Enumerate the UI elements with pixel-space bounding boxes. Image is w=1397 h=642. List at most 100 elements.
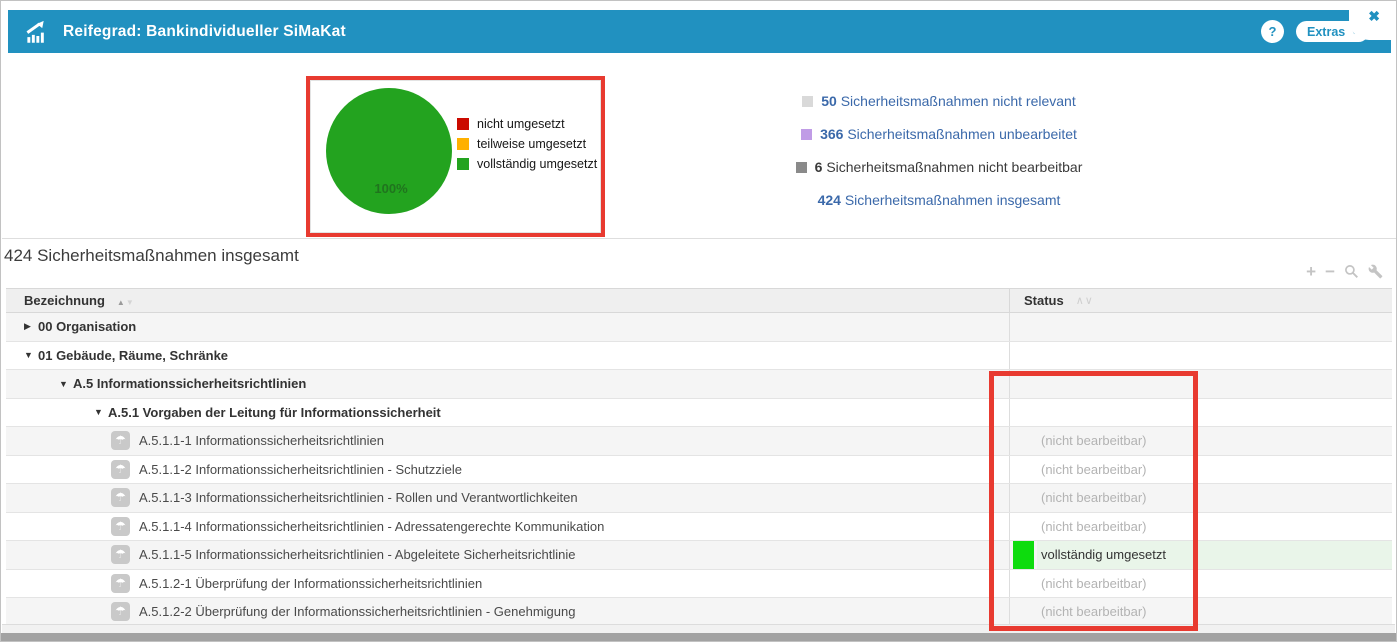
expand-all-icon[interactable]: +: [1306, 263, 1316, 280]
stat-count: 424: [817, 192, 841, 208]
extras-label: Extras: [1307, 24, 1346, 39]
expand-icon[interactable]: ▶: [24, 321, 38, 332]
row-status-cell: vollständig umgesetzt: [1009, 541, 1392, 569]
titlebar: Reifegrad: Bankindividueller SiMaKat ? E…: [8, 10, 1391, 53]
row-label-cell: ☂ A.5.1.2-2 Überprüfung der Informationss…: [6, 598, 1009, 626]
table-row[interactable]: ▼ A.5 Informationssicherheitsrichtlinien: [6, 370, 1392, 399]
column-header-bezeichnung[interactable]: Bezeichnung ▲▼: [6, 292, 1009, 310]
collapse-icon[interactable]: ▼: [94, 407, 108, 417]
stat-label: Sicherheitsmaßnahmen nicht bearbeitbar: [822, 159, 1083, 175]
row-status-label: [1037, 342, 1392, 370]
status-swatch-zone: [1010, 313, 1037, 341]
table-row[interactable]: ☂ A.5.1.1-3 Informationssicherheitsrichtl…: [6, 484, 1392, 513]
app-window: Reifegrad: Bankindividueller SiMaKat ? E…: [0, 0, 1397, 642]
status-done-icon: [1013, 541, 1034, 569]
wrench-icon[interactable]: [1368, 264, 1383, 279]
legend-label: nicht umgesetzt: [477, 117, 565, 131]
row-status-label: (nicht bearbeitbar): [1041, 518, 1147, 534]
row-label: 01 Gebäude, Räume, Schränke: [38, 347, 229, 363]
row-status-label: (nicht bearbeitbar): [1041, 604, 1147, 620]
stat-label: Sicherheitsmaßnahmen nicht relevant: [836, 93, 1076, 109]
status-swatch-zone: [1010, 541, 1037, 569]
stat-count: 6: [814, 159, 823, 175]
row-status-label: (nicht bearbeitbar): [1041, 575, 1147, 591]
table-row[interactable]: ☂ A.5.1.1-5 Informationssicherheitsrichtl…: [6, 541, 1392, 570]
status-swatch-zone: [1010, 484, 1037, 512]
row-status-cell: [1009, 341, 1392, 370]
legend-item: vollständig umgesetzt: [457, 157, 597, 171]
stat-label: Sicherheitsmaßnahmen unbearbeitet: [843, 126, 1077, 142]
table-body: ▶ 00 Organisation ▼ 01 Gebäude, Räume, Schr…: [6, 313, 1392, 627]
table-row[interactable]: ▶ 00 Organisation: [6, 313, 1392, 342]
table-row[interactable]: ☂ A.5.1.2-2 Überprüfung der Informationss…: [6, 598, 1392, 627]
row-label-cell: ☂ A.5.1.1-1 Informationssicherheitsrichtl…: [6, 427, 1009, 455]
status-swatch-zone: [1010, 399, 1037, 427]
row-label: A.5.1.1-2 Informationssicherheitsrichtli…: [139, 461, 462, 477]
column-header-status[interactable]: Status ∧∨: [1009, 289, 1392, 312]
table-row[interactable]: ☂ A.5.1.1-2 Informationssicherheitsrichtl…: [6, 455, 1392, 484]
row-label-cell: ▼ A.5 Informationssicherheitsrichtlinien: [6, 370, 1009, 398]
row-status-cell: (nicht bearbeitbar): [1009, 569, 1392, 598]
row-label-cell: ☂ A.5.1.1-5 Informationssicherheitsrichtl…: [6, 541, 1009, 569]
section-divider: [2, 238, 1396, 239]
status-swatch-zone: [1010, 427, 1037, 455]
collapse-all-icon[interactable]: −: [1325, 263, 1335, 280]
table-row[interactable]: ▼ A.5.1 Vorgaben der Leitung für Informat…: [6, 398, 1392, 427]
stat-item[interactable]: 366 Sicherheitsmaßnahmen unbearbeitet: [801, 126, 1077, 142]
table-row[interactable]: ☂ A.5.1.1-1 Informationssicherheitsrichtl…: [6, 427, 1392, 456]
column-label: Bezeichnung: [24, 293, 105, 308]
row-label-cell: ▶ 00 Organisation: [6, 313, 1009, 341]
status-swatch-zone: [1010, 513, 1037, 541]
row-label: A.5.1.1-5 Informationssicherheitsrichtli…: [139, 547, 576, 563]
legend-swatch-icon: [457, 158, 469, 170]
legend-swatch-icon: [457, 138, 469, 150]
pie-percent-label: 100%: [374, 181, 408, 196]
table-toolbar: + −: [1306, 263, 1383, 280]
row-status-cell: (nicht bearbeitbar): [1009, 455, 1392, 484]
measure-umbrella-icon: ☂: [111, 545, 130, 565]
stat-item[interactable]: 50 Sicherheitsmaßnahmen nicht relevant: [802, 93, 1076, 109]
sort-asc-icon: ▲: [116, 297, 126, 307]
sort-desc-icon: ▼: [125, 297, 135, 307]
collapse-icon[interactable]: ▼: [24, 350, 38, 360]
row-label: A.5.1.2-2 Überprüfung der Informationssi…: [139, 604, 576, 620]
footer-strip: [2, 624, 1395, 633]
search-icon[interactable]: [1344, 264, 1359, 279]
row-label-cell: ☂ A.5.1.2-1 Überprüfung der Informationss…: [6, 570, 1009, 598]
table-row[interactable]: ☂ A.5.1.1-4 Informationssicherheitsrichtl…: [6, 512, 1392, 541]
stat-swatch-icon: [802, 95, 814, 107]
table-row[interactable]: ▼ 01 Gebäude, Räume, Schränke: [6, 341, 1392, 370]
maturity-chart-icon: [26, 20, 44, 43]
row-status-label: [1037, 399, 1392, 427]
column-label: Status: [1024, 293, 1064, 308]
help-button[interactable]: ?: [1261, 20, 1284, 43]
stat-count: 50: [821, 93, 837, 109]
row-status-cell: [1009, 370, 1392, 398]
row-status-cell: [1009, 398, 1392, 427]
row-label-cell: ▼ 01 Gebäude, Räume, Schränke: [6, 342, 1009, 370]
stat-swatch-icon: [801, 128, 813, 140]
row-status-cell: (nicht bearbeitbar): [1009, 427, 1392, 455]
legend-label: teilweise umgesetzt: [477, 137, 587, 151]
window-bottom-edge: [1, 633, 1396, 641]
row-status-cell: (nicht bearbeitbar): [1009, 598, 1392, 626]
legend-swatch-icon: [457, 118, 469, 130]
table-row[interactable]: ☂ A.5.1.2-1 Überprüfung der Informationss…: [6, 569, 1392, 598]
stats-list: 50 Sicherheitsmaßnahmen nicht relevant 36…: [763, 93, 1115, 208]
status-swatch-zone: [1010, 570, 1037, 598]
row-label: A.5.1.1-1 Informationssicherheitsrichtli…: [139, 433, 384, 449]
measure-umbrella-icon: ☂: [111, 459, 130, 479]
pie-legend: nicht umgesetzt teilweise umgesetzt vollst…: [457, 117, 597, 171]
status-swatch-zone: [1010, 456, 1037, 484]
row-label: A.5.1.1-4 Informationssicherheitsrichtli…: [139, 518, 605, 534]
legend-item: teilweise umgesetzt: [457, 137, 597, 151]
measures-table: Bezeichnung ▲▼ Status ∧∨ ▶ 00 Organisatio…: [6, 288, 1392, 627]
row-label-cell: ☂ A.5.1.1-4 Informationssicherheitsrichtl…: [6, 513, 1009, 541]
section-title: 424 Sicherheitsmaßnahmen insgesamt: [4, 246, 299, 265]
stat-item[interactable]: 424 Sicherheitsmaßnahmen insgesamt: [818, 192, 1061, 208]
row-status-label: (nicht bearbeitbar): [1041, 461, 1147, 477]
collapse-icon[interactable]: ▼: [59, 379, 73, 389]
close-icon[interactable]: ✖: [1368, 8, 1380, 25]
row-status-label: [1037, 370, 1392, 398]
status-swatch-zone: [1010, 342, 1037, 370]
